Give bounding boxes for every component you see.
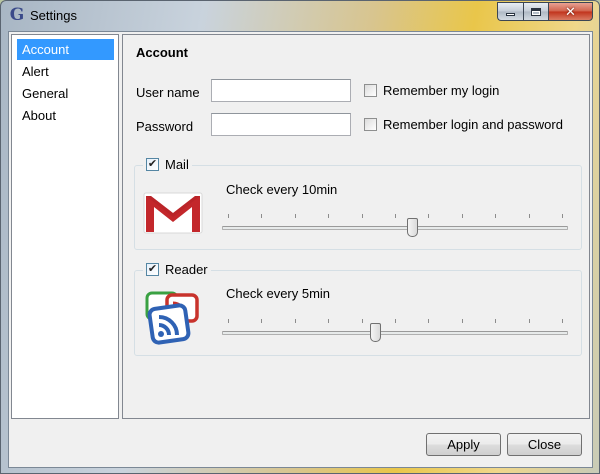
- password-input[interactable]: [211, 113, 351, 136]
- slider-tick: [428, 214, 430, 218]
- slider-tick: [261, 214, 263, 218]
- slider-thumb[interactable]: [406, 218, 418, 237]
- reader-interval-slider[interactable]: [222, 319, 568, 342]
- slider-tick: [461, 214, 463, 218]
- sidebar-item-account[interactable]: Account: [17, 39, 114, 60]
- window-title: Settings: [30, 8, 77, 23]
- settings-window: G Settings ✕ Account Alert General About…: [0, 0, 600, 474]
- title-bar[interactable]: G Settings ✕: [1, 1, 599, 31]
- remember-login-checkbox[interactable]: Remember my login: [364, 83, 499, 98]
- mail-interval-slider[interactable]: [222, 214, 568, 237]
- slider-track: [222, 331, 568, 335]
- slider-tick: [395, 319, 396, 323]
- settings-nav-list: Account Alert General About: [11, 34, 119, 419]
- app-icon: G: [9, 5, 25, 25]
- slider-tick: [361, 319, 363, 323]
- mail-interval-text: Check every 10min: [226, 182, 338, 197]
- sidebar-item-about[interactable]: About: [17, 105, 114, 126]
- google-reader-icon: [145, 291, 199, 345]
- maximize-button[interactable]: [523, 2, 548, 21]
- slider-thumb[interactable]: [369, 323, 381, 342]
- minimize-button[interactable]: [497, 2, 523, 21]
- account-panel: Account User name Password Remember my l…: [122, 34, 590, 419]
- reader-checkbox[interactable]: ✔: [146, 263, 159, 276]
- slider-tick: [228, 319, 229, 323]
- remember-both-label: Remember login and password: [383, 117, 563, 132]
- reader-toggle[interactable]: ✔ Reader: [143, 262, 211, 277]
- maximize-icon: [531, 7, 541, 16]
- gmail-icon: [143, 192, 203, 234]
- slider-tick: [562, 214, 563, 218]
- slider-tick: [228, 214, 229, 218]
- slider-tick: [428, 319, 430, 323]
- mail-group: ✔ Mail Check every 10min: [134, 157, 582, 250]
- minimize-icon: [506, 13, 515, 16]
- username-input[interactable]: [211, 79, 351, 102]
- client-area: Account Alert General About Account User…: [8, 31, 593, 468]
- sidebar-item-general[interactable]: General: [17, 83, 114, 104]
- checkbox-box[interactable]: [364, 118, 377, 131]
- password-label: Password: [136, 119, 194, 134]
- mail-checkbox[interactable]: ✔: [146, 158, 159, 171]
- reader-label: Reader: [165, 262, 208, 277]
- remember-login-label: Remember my login: [383, 83, 500, 98]
- close-button[interactable]: Close: [507, 433, 582, 456]
- apply-button[interactable]: Apply: [426, 433, 501, 456]
- slider-tick: [528, 214, 530, 218]
- slider-tick: [328, 214, 330, 218]
- remember-login-password-checkbox[interactable]: Remember login and password: [364, 117, 563, 132]
- caption-buttons: ✕: [497, 2, 593, 21]
- close-window-button[interactable]: ✕: [548, 2, 593, 21]
- slider-tick: [461, 319, 463, 323]
- slider-tick: [361, 214, 363, 218]
- slider-tick: [395, 214, 396, 218]
- slider-track: [222, 226, 568, 230]
- mail-label: Mail: [165, 157, 189, 172]
- checkbox-box[interactable]: [364, 84, 377, 97]
- mail-toggle[interactable]: ✔ Mail: [143, 157, 192, 172]
- reader-group: ✔ Reader Check every 5min: [134, 262, 582, 356]
- page-title: Account: [136, 45, 188, 60]
- slider-tick: [294, 214, 296, 218]
- slider-tick: [328, 319, 330, 323]
- reader-interval-text: Check every 5min: [226, 286, 331, 301]
- slider-tick: [528, 319, 530, 323]
- username-label: User name: [136, 85, 200, 100]
- slider-tick: [495, 319, 497, 323]
- slider-tick: [294, 319, 296, 323]
- slider-tick: [562, 319, 563, 323]
- slider-ticks: [222, 319, 568, 324]
- close-icon: ✕: [565, 4, 576, 19]
- slider-ticks: [222, 214, 568, 219]
- slider-tick: [261, 319, 263, 323]
- sidebar-item-alert[interactable]: Alert: [17, 61, 114, 82]
- slider-tick: [495, 214, 497, 218]
